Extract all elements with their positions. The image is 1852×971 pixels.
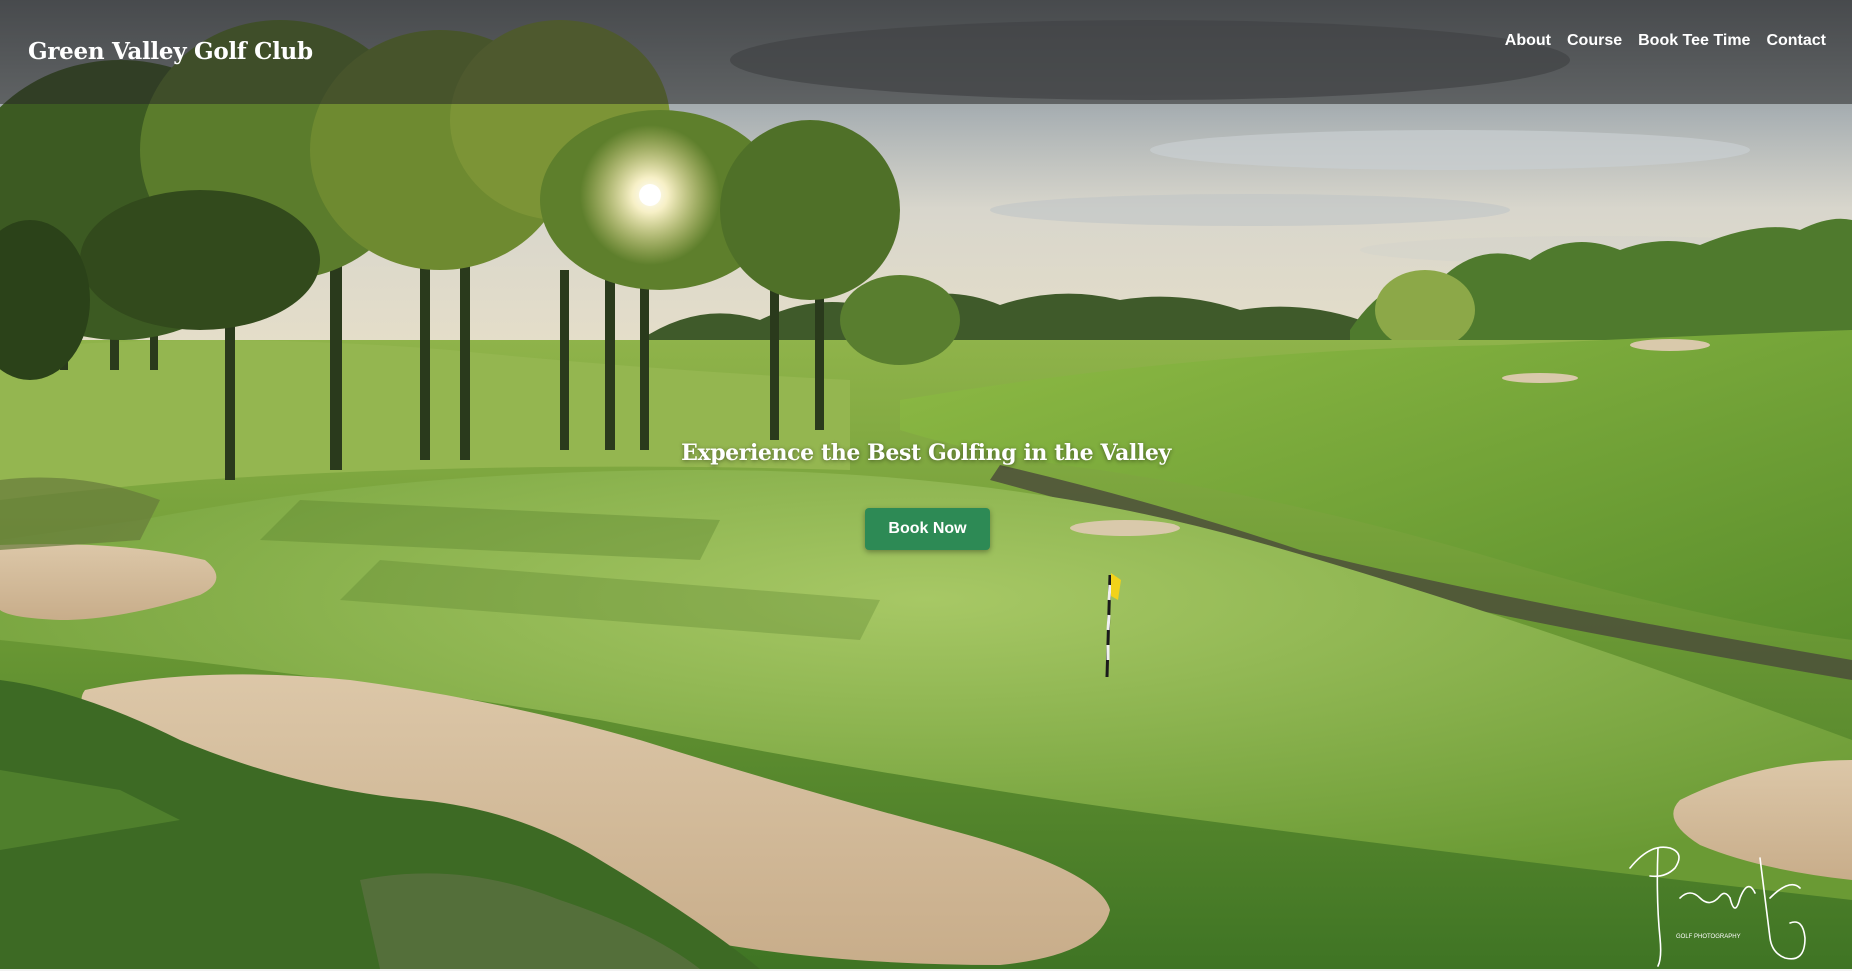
nav-link-contact[interactable]: Contact <box>1766 32 1826 50</box>
site-logo-title[interactable]: Green Valley Golf Club <box>28 38 313 65</box>
photographer-signature-logo: GOLF PHOTOGRAPHY <box>1629 846 1806 967</box>
site-header: Green Valley Golf Club About Course Book… <box>0 0 1852 104</box>
book-now-button[interactable]: Book Now <box>865 508 990 550</box>
main-nav: About Course Book Tee Time Contact <box>1505 32 1826 50</box>
hero-section: Green Valley Golf Club About Course Book… <box>0 0 1852 969</box>
watermark-caption: GOLF PHOTOGRAPHY <box>1676 934 1741 940</box>
nav-link-course[interactable]: Course <box>1567 32 1622 50</box>
nav-link-about[interactable]: About <box>1505 32 1551 50</box>
nav-link-book-tee-time[interactable]: Book Tee Time <box>1638 32 1750 50</box>
hero-background-image <box>0 0 1852 969</box>
hero-tagline: Experience the Best Golfing in the Valle… <box>681 440 1171 466</box>
